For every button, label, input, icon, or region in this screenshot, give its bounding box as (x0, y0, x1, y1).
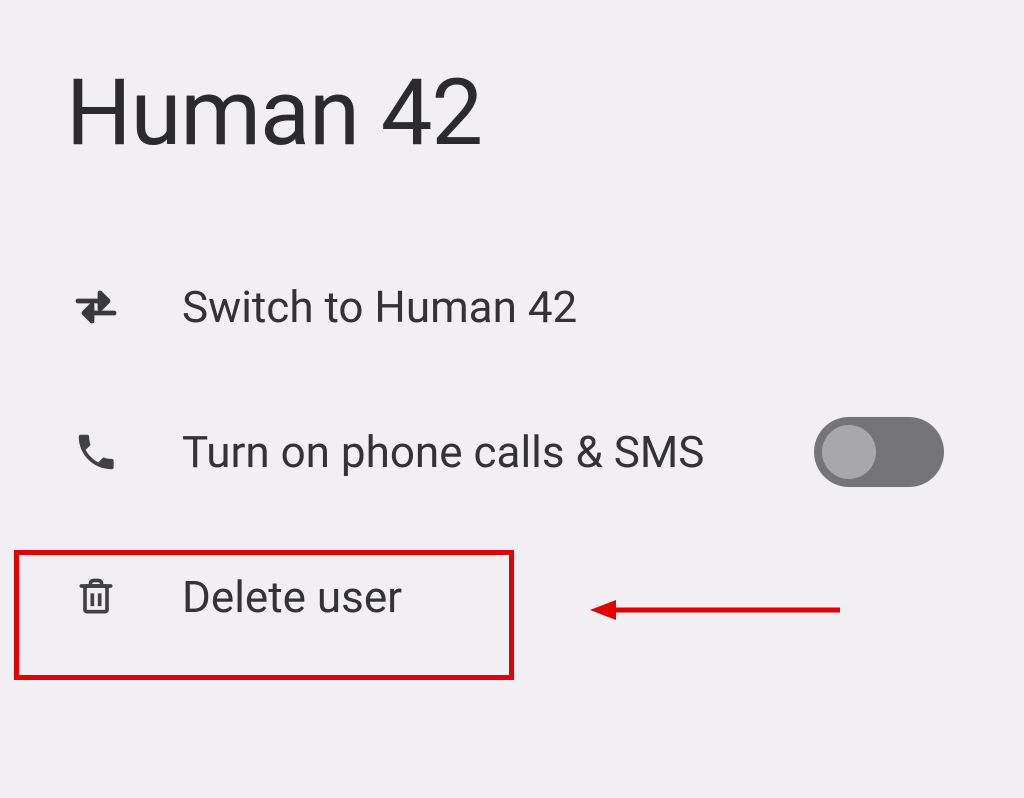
page-title: Human 42 (66, 60, 964, 167)
phone-sms-row[interactable]: Turn on phone calls & SMS (60, 417, 964, 487)
trash-icon (66, 567, 126, 627)
switch-user-label: Switch to Human 42 (182, 281, 964, 333)
phone-icon (66, 422, 126, 482)
switch-user-row[interactable]: Switch to Human 42 (60, 277, 964, 337)
phone-sms-label: Turn on phone calls & SMS (182, 426, 814, 478)
swap-icon (66, 277, 126, 337)
delete-user-label: Delete user (182, 571, 964, 623)
phone-sms-toggle[interactable] (814, 417, 944, 487)
toggle-thumb (822, 425, 876, 479)
delete-user-row[interactable]: Delete user (60, 567, 964, 627)
